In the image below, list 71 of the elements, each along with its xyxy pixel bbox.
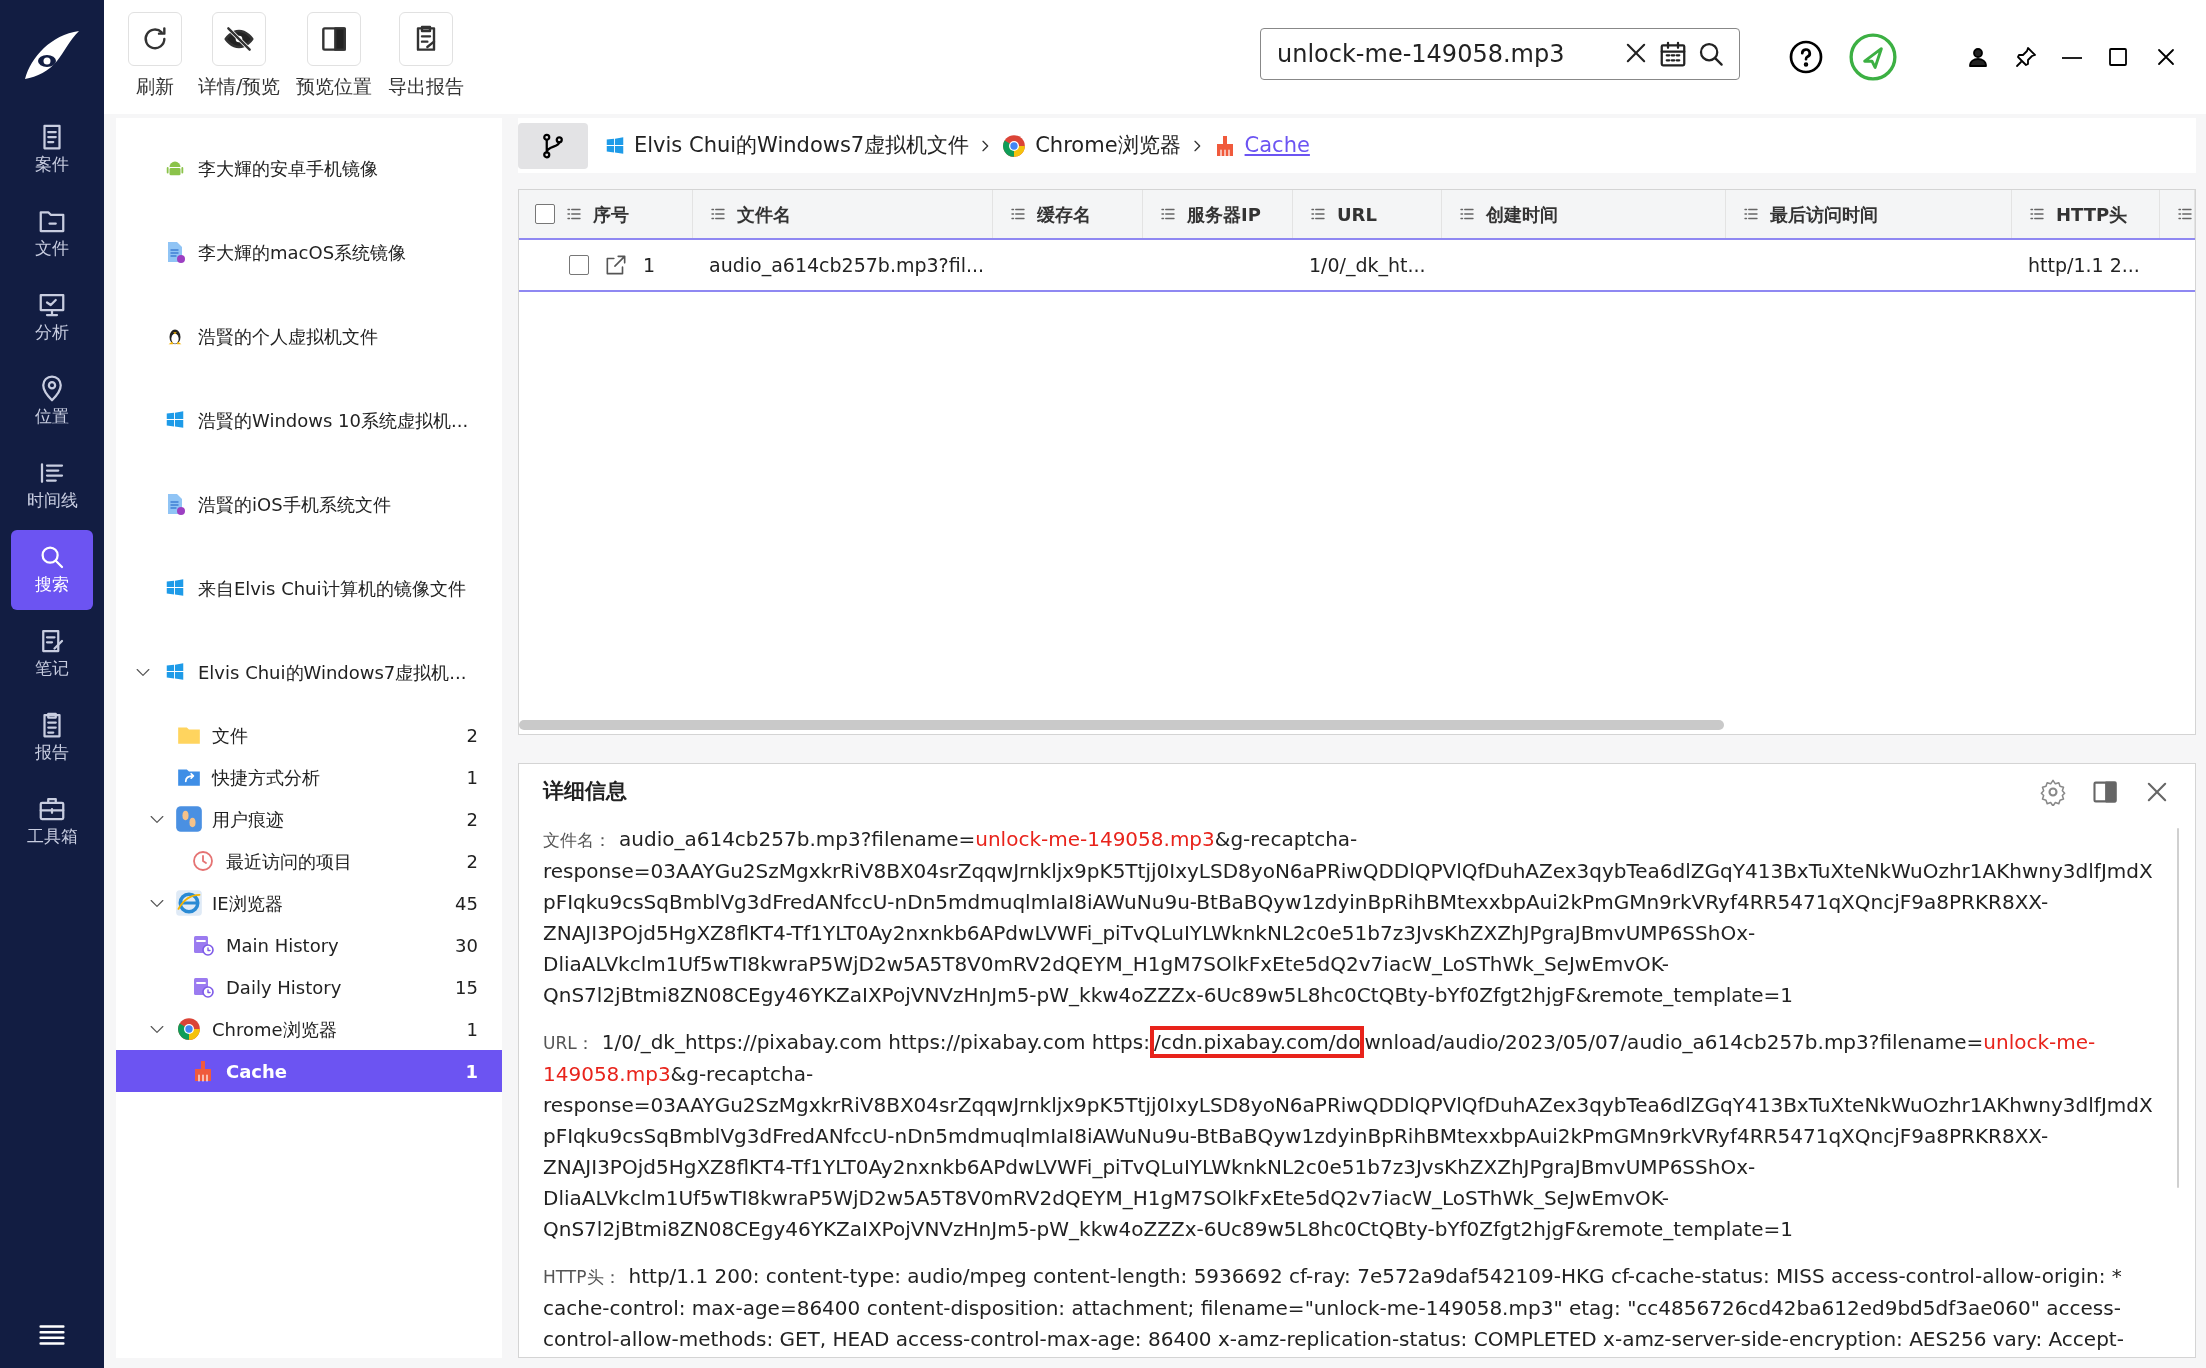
tree-item[interactable]: 文件 2	[116, 714, 502, 757]
history-icon	[191, 933, 215, 958]
column-header[interactable]: 缓存名	[1037, 200, 1091, 228]
column-header[interactable]: 文件名	[737, 200, 791, 228]
toolbar-button[interactable]: 详情/预览	[198, 12, 281, 101]
detail-field-text: 文件名： audio_a614cb257b.mp3?filename=unlock-me-149058.mp3&g-recaptcha-response=03AAYGu2SzMgxkrRiV8BX04srZqqwJrnkljx9pK5Ttjj0IxyLSD8yoN6aPRiwQDDlQPVlQfDuhAZex3qybTea6dlZGqY413BxTuXteNkWuOzhr1AKhwny3dlfJmdXpFIqku9csSqBmblVg3dFredANfccU-nDn5mdmuqlmIaI8iAWuNu9u-BtBaBQyw1zdyinBpRihBMtexxbpAui2kPmGMn9rkVRyf4RR5471qXQncjF9a8PRKR8XX-ZNAJI3POjd5HgXZ8flKT4-Tf1YLT0Ay2nxnkb6APdwLVWFi_piTvQLuIYLWknkNL2c0e51b7z3JvsKhZXZhJPgraJBmvUMP6SShOx-DliaALVkclm1Uf5wTI8kwraP5WjD2w5A5T8V0mRV2dQEYM_H1gM7SOlkFxEte5dQ2v7iacW_LoSThWk_SeJwEmvOK-QnS7l2jBtmi8ZN08CEgy46YKZaIXPojVNVzHnJm5-pW_kkw4oZZZx-6Uc89w5L8hc0CtQBty-bYf0Zfgt2hjgF&remote_template=1	[543, 826, 2154, 1010]
scrollbar[interactable]	[519, 719, 1724, 730]
tree-item[interactable]: 浩賢的Windows 10系统虚拟机...	[116, 378, 502, 463]
nav-item[interactable]: 位置	[11, 362, 93, 442]
tree-item[interactable]: 用户痕迹 2	[116, 798, 502, 841]
column-header[interactable]: 服务器IP	[1187, 200, 1261, 228]
chrome-icon	[1001, 132, 1028, 159]
search-field[interactable]: unlock-me-149058.mp3	[1260, 28, 1740, 80]
row-checkbox[interactable]	[569, 255, 589, 276]
globe-e-icon	[175, 889, 203, 918]
column-header[interactable]: 最后访问时间	[1770, 200, 1878, 228]
tree-item[interactable]: Elvis Chui的Windows7虚拟机...	[116, 630, 502, 715]
help-button[interactable]	[1788, 39, 1824, 75]
nav-item[interactable]: 报告	[11, 698, 93, 778]
column-header[interactable]: URL	[1337, 200, 1377, 228]
help-icon	[1788, 39, 1824, 75]
tree-item[interactable]: 浩賢的iOS手机系统文件	[116, 462, 502, 547]
nav-item[interactable]: 文件	[11, 194, 93, 274]
branch-button[interactable]	[518, 122, 588, 169]
footprints-icon	[175, 805, 203, 834]
settings-icon	[2039, 777, 2067, 806]
nav-item[interactable]: 案件	[11, 110, 93, 190]
table-cell-text: 1	[643, 252, 656, 278]
settings-button[interactable]	[2039, 777, 2067, 806]
tree-item[interactable]: 来自Elvis Chui计算机的镜像文件	[116, 546, 502, 631]
detail-field-text: HTTP头： http/1.1 200: content-type: audio/mpeg content-length: 5936692 cf-ray: 7e572a9daf542109-HKG cf-cache-status: MISS access-control-allow-origin: * cache-control: max-age=86400 content-disposition: attachment; filename="unlock-me-149058.mp3" etag: "cc4856726cd42ba612ed9bd5df3ae060" access-control-allow-methods: GET, HEAD access-control-max-age: 86400 x-amz-replication-status: COMPLETED x-amz-server-side-encryption: AES256 vary: Accept-	[543, 1263, 2125, 1354]
calendar-icon	[1658, 39, 1688, 69]
select-all-checkbox[interactable]	[535, 204, 555, 225]
toolbar-button[interactable]: 预览位置	[296, 12, 373, 101]
nav-item[interactable]: 时间线	[11, 446, 93, 526]
toolbar-button[interactable]: 导出报告	[388, 12, 465, 101]
column-header[interactable]: 创建时间	[1486, 200, 1558, 228]
nav-item[interactable]: 分析	[11, 278, 93, 358]
clock-icon	[191, 849, 215, 874]
pin-icon	[2014, 45, 2038, 70]
history-icon	[191, 975, 215, 1000]
user-icon	[1966, 45, 1990, 70]
table-cell-text: 1/0/_dk_ht...	[1309, 252, 1426, 279]
windows-icon	[604, 134, 626, 157]
column-header[interactable]: HTTP头	[2056, 200, 2128, 228]
tree-item[interactable]: Cache 1	[116, 1050, 502, 1093]
tree-item[interactable]: Chrome浏览器 1	[116, 1008, 502, 1051]
breadcrumb-link[interactable]: Cache	[1244, 129, 1310, 162]
nav-item[interactable]: 笔记	[11, 614, 93, 694]
tree-item[interactable]: 浩賢的个人虚拟机文件	[116, 294, 502, 379]
pin-button[interactable]	[2014, 44, 2038, 70]
column-header[interactable]: 序号	[593, 200, 629, 228]
tree-item[interactable]: Daily History 15	[116, 966, 502, 1009]
panel-title: 详细信息	[543, 778, 628, 806]
scrollbar[interactable]	[2177, 828, 2179, 1189]
table-cell-text: audio_a614cb257b.mp3?fil...	[709, 252, 985, 279]
breadcrumb-link[interactable]: Chrome浏览器	[1035, 129, 1181, 162]
nav-item[interactable]: 搜索	[11, 530, 93, 610]
tree-item[interactable]: IE浏览器 45	[116, 882, 502, 925]
breadcrumb-link[interactable]: Elvis Chui的Windows7虚拟机文件	[634, 129, 970, 162]
chrome-icon	[176, 1016, 202, 1043]
table-row[interactable]: 1 audio_a614cb257b.mp3?fil... 1/0/_dk_ht... http/1.1 2...	[519, 240, 2195, 293]
tree-item[interactable]: Main History 30	[116, 924, 502, 967]
tree-item[interactable]: 李大輝的安卓手机镜像	[116, 126, 502, 211]
minimize-icon	[2062, 56, 2082, 59]
table-cell-text: http/1.1 2...	[2028, 252, 2140, 278]
tree-item[interactable]: 李大輝的macOS系统镜像	[116, 210, 502, 295]
nav-item[interactable]: 工具箱	[11, 782, 93, 862]
detail-field-text: URL： 1/0/_dk_https://pixabay.com https://pixabay.com https: /cdn.pixabay.com/do wnload/audio/2023/05/07/audio_a614cb257b.mp3?filename=unlock-me-149058.mp3&g-recaptcha-response=03AAYGu2SzMgxkrRiV8BX04srZqqwJrnkljx9pK5Ttjj0IxyLSD8yoN6aPRiwQDDlQPVlQfDuhAZex3qybTea6dlZGqY413BxTuXteNkWuOzhr1AKhwny3dlfJmdXpFIqku9csSqBmblVg3dFredANfccU-nDn5mdmuqlmIaI8iAWuNu9u-BtBaBQyw1zdyinBpRihBMtexxbpAui2kPmGMn9rkVRyf4RR5471qXQncjF9a8PRKR8XX-ZNAJI3POjd5HgXZ8flKT4-Tf1YLT0Ay2nxnkb6APdwLVWFi_piTvQLuIYLWknkNL2c0e51b7z3JvsKhZXZhJPgraJBmvUMP6SShOx-DliaALVkclm1Uf5wTI8kwraP5WjD2w5A5T8V0mRV2dQEYM_H1gM7SOlkFxEte5dQ2v7iacW_LoSThWk_SeJwEmvOK-QnS7l2jBtmi8ZN08CEgy46YKZaIXPojVNVzHnJm5-pW_kkw4oZZZx-6Uc89w5L8hc0CtQBty-bYf0Zfgt2hjgF&remote_template=1	[543, 1023, 2154, 1250]
tree-item[interactable]: 快捷方式分析 1	[116, 756, 502, 799]
tree-item[interactable]: 最近访问的项目 2	[116, 840, 502, 883]
